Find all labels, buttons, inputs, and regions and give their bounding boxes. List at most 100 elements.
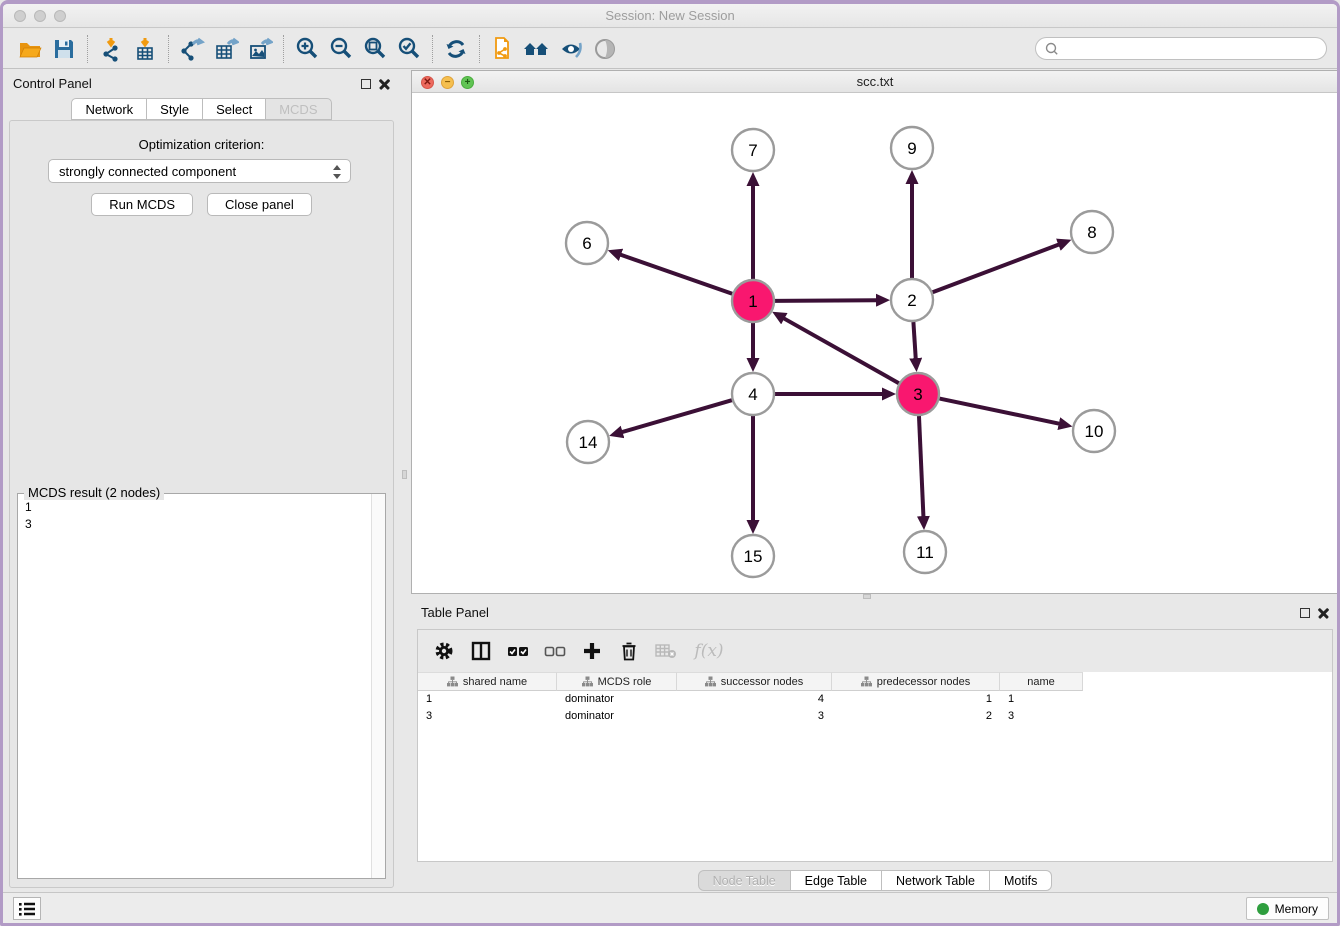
task-history-icon[interactable] bbox=[13, 897, 41, 920]
hide-graphics-icon[interactable] bbox=[588, 34, 622, 64]
search-input[interactable] bbox=[1065, 42, 1318, 56]
memory-button[interactable]: Memory bbox=[1246, 897, 1329, 920]
edge-2-8[interactable] bbox=[933, 244, 1060, 292]
tab-mcds[interactable]: MCDS bbox=[265, 98, 331, 120]
table-cell[interactable]: 3 bbox=[1000, 708, 1083, 725]
delete-column-trash-icon[interactable] bbox=[615, 637, 643, 665]
node-label: 10 bbox=[1085, 422, 1104, 441]
zoom-in-icon[interactable] bbox=[290, 34, 324, 64]
table-panel-title: Table Panel bbox=[421, 605, 489, 620]
node-11[interactable]: 11 bbox=[904, 531, 946, 573]
node-label: 7 bbox=[748, 141, 757, 160]
tab-node-table[interactable]: Node Table bbox=[698, 870, 791, 891]
edge-4-14[interactable] bbox=[622, 400, 732, 432]
result-item[interactable]: 3 bbox=[25, 516, 364, 533]
criterion-dropdown[interactable]: strongly connected component bbox=[48, 159, 351, 183]
table-cell[interactable]: 3 bbox=[418, 708, 557, 725]
style-preview-icon[interactable] bbox=[554, 34, 588, 64]
table-cell[interactable]: 1 bbox=[418, 691, 557, 708]
control-panel-tabs: NetworkStyleSelectMCDS bbox=[3, 98, 400, 120]
zoom-out-icon[interactable] bbox=[324, 34, 358, 64]
node-label: 9 bbox=[907, 139, 916, 158]
close-table-panel-icon[interactable] bbox=[1318, 607, 1329, 618]
node-1[interactable]: 1 bbox=[732, 280, 774, 322]
column-header-label: name bbox=[1027, 676, 1055, 688]
close-panel-icon[interactable] bbox=[379, 78, 390, 89]
table-settings-gear-icon[interactable] bbox=[430, 637, 458, 665]
close-panel-button[interactable]: Close panel bbox=[207, 193, 312, 216]
table-cell[interactable]: dominator bbox=[557, 691, 677, 708]
tab-select[interactable]: Select bbox=[202, 98, 266, 120]
table-cell[interactable]: 2 bbox=[832, 708, 1000, 725]
column-header-predecessor-nodes[interactable]: predecessor nodes bbox=[832, 672, 1000, 691]
run-mcds-button[interactable]: Run MCDS bbox=[91, 193, 193, 216]
deselect-all-rows-icon[interactable] bbox=[541, 637, 569, 665]
node-10[interactable]: 10 bbox=[1073, 410, 1115, 452]
control-panel: Control Panel NetworkStyleSelectMCDS Opt… bbox=[3, 70, 400, 892]
node-4[interactable]: 4 bbox=[732, 373, 774, 415]
node-6[interactable]: 6 bbox=[566, 222, 608, 264]
edge-1-6[interactable] bbox=[620, 255, 732, 294]
mcds-result-list[interactable]: 13 bbox=[19, 497, 370, 877]
table-row[interactable]: 3dominator323 bbox=[418, 708, 1332, 725]
table-row[interactable]: 1dominator411 bbox=[418, 691, 1332, 708]
tree-icon bbox=[582, 676, 593, 687]
tab-style[interactable]: Style bbox=[146, 98, 203, 120]
node-2[interactable]: 2 bbox=[891, 279, 933, 321]
duplicate-network-icon[interactable] bbox=[486, 34, 520, 64]
edge-2-3[interactable] bbox=[913, 322, 915, 359]
vertical-splitter-handle[interactable] bbox=[402, 470, 407, 479]
tree-icon bbox=[705, 676, 716, 687]
node-15[interactable]: 15 bbox=[732, 535, 774, 577]
export-image-icon[interactable] bbox=[243, 34, 277, 64]
table-cell[interactable]: dominator bbox=[557, 708, 677, 725]
tab-network-table[interactable]: Network Table bbox=[881, 870, 990, 891]
open-file-icon[interactable] bbox=[13, 34, 47, 64]
add-column-icon[interactable] bbox=[578, 637, 606, 665]
delete-table-icon[interactable] bbox=[652, 637, 680, 665]
table-cell[interactable]: 3 bbox=[677, 708, 832, 725]
column-header-shared-name[interactable]: shared name bbox=[418, 672, 557, 691]
edge-3-11[interactable] bbox=[919, 416, 923, 517]
edge-1-2[interactable] bbox=[775, 300, 877, 301]
node-14[interactable]: 14 bbox=[567, 421, 609, 463]
import-table-icon[interactable] bbox=[128, 34, 162, 64]
float-table-panel-icon[interactable] bbox=[1300, 608, 1310, 618]
home-icon[interactable] bbox=[520, 34, 554, 64]
table-cell[interactable]: 1 bbox=[1000, 691, 1083, 708]
zoom-fit-icon[interactable] bbox=[358, 34, 392, 64]
node-8[interactable]: 8 bbox=[1071, 211, 1113, 253]
column-header-MCDS-role[interactable]: MCDS role bbox=[557, 672, 677, 691]
edge-3-10[interactable] bbox=[940, 399, 1060, 424]
table-cell[interactable]: 4 bbox=[677, 691, 832, 708]
column-header-successor-nodes[interactable]: successor nodes bbox=[677, 672, 832, 691]
export-network-icon[interactable] bbox=[175, 34, 209, 64]
function-builder-icon[interactable]: f(x) bbox=[689, 637, 729, 665]
zoom-selected-icon[interactable] bbox=[392, 34, 426, 64]
node-7[interactable]: 7 bbox=[732, 129, 774, 171]
node-3[interactable]: 3 bbox=[897, 373, 939, 415]
refresh-icon[interactable] bbox=[439, 34, 473, 64]
tab-edge-table[interactable]: Edge Table bbox=[790, 870, 882, 891]
tab-network[interactable]: Network bbox=[71, 98, 147, 120]
node-9[interactable]: 9 bbox=[891, 127, 933, 169]
column-header-label: shared name bbox=[463, 676, 527, 688]
import-network-icon[interactable] bbox=[94, 34, 128, 64]
save-session-icon[interactable] bbox=[47, 34, 81, 64]
table-cell[interactable]: 1 bbox=[832, 691, 1000, 708]
network-graph[interactable]: 7 9 6 8 1 2 4 3 14 10 15 11 bbox=[412, 93, 1338, 593]
status-bar: Memory bbox=[3, 892, 1337, 923]
tab-motifs[interactable]: Motifs bbox=[989, 870, 1052, 891]
network-canvas[interactable]: 7 9 6 8 1 2 4 3 14 10 15 11 bbox=[412, 93, 1338, 593]
toolbar-separator bbox=[432, 35, 433, 63]
select-all-rows-icon[interactable] bbox=[504, 637, 532, 665]
show-columns-icon[interactable] bbox=[467, 637, 495, 665]
column-header-name[interactable]: name bbox=[1000, 672, 1083, 691]
result-scrollbar[interactable] bbox=[371, 494, 385, 878]
float-panel-icon[interactable] bbox=[361, 79, 371, 89]
edge-3-1[interactable] bbox=[783, 318, 898, 383]
result-item[interactable]: 1 bbox=[25, 499, 364, 516]
export-table-icon[interactable] bbox=[209, 34, 243, 64]
node-label: 6 bbox=[582, 234, 591, 253]
node-label: 1 bbox=[748, 292, 757, 311]
